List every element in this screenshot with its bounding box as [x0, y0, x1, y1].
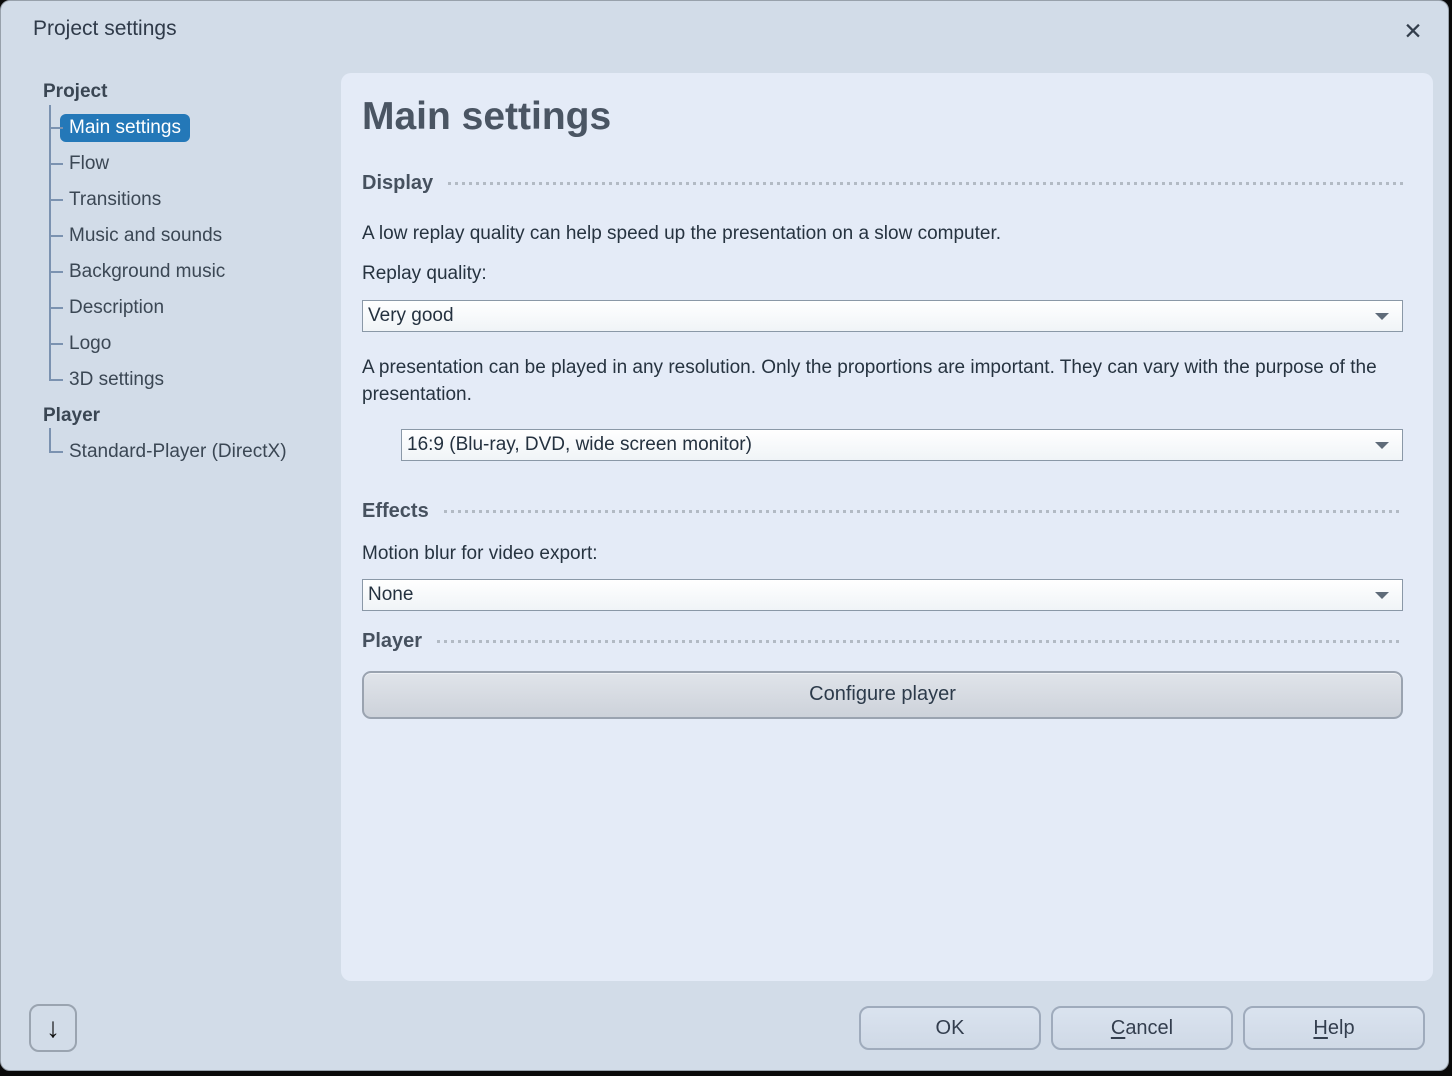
replay-quality-value: Very good — [368, 305, 454, 327]
resolution-hint: A presentation can be played in any reso… — [362, 354, 1403, 408]
display-section-header: Display — [362, 170, 1403, 197]
player-section-header: Player — [362, 628, 1403, 655]
tree-group-project: Project — [43, 74, 339, 110]
window-title: Project settings — [33, 17, 177, 41]
chevron-down-icon — [1375, 313, 1389, 320]
tree-group-player: Player — [43, 398, 339, 434]
player-section-label: Player — [362, 628, 422, 655]
replay-quality-label: Replay quality: — [362, 261, 1403, 287]
effects-section-header: Effects — [362, 498, 1403, 525]
tree-item-label: 3D settings — [69, 369, 164, 391]
down-arrow-icon: ↓ — [46, 1012, 60, 1044]
tree-item-label: Main settings — [60, 114, 190, 142]
tree-item-label: Background music — [69, 261, 225, 283]
configure-player-button[interactable]: Configure player — [362, 671, 1403, 719]
ok-button[interactable]: OK — [859, 1006, 1041, 1050]
page-title: Main settings — [362, 95, 1403, 140]
close-icon: ✕ — [1403, 18, 1422, 45]
dotted-divider — [437, 640, 1403, 643]
tree-item-music-and-sounds[interactable]: Music and sounds — [43, 218, 339, 254]
project-settings-dialog: Project settings ✕ Project Main settings… — [0, 0, 1449, 1071]
settings-tree: Project Main settings Flow Transitions M… — [43, 74, 339, 470]
tree-item-3d-settings[interactable]: 3D settings — [43, 362, 339, 398]
effects-section-label: Effects — [362, 498, 429, 525]
tree-item-label: Transitions — [69, 189, 161, 211]
tree-item-logo[interactable]: Logo — [43, 326, 339, 362]
cancel-button[interactable]: Cancel — [1051, 1006, 1233, 1050]
tree-item-description[interactable]: Description — [43, 290, 339, 326]
tree-item-standard-player[interactable]: Standard-Player (DirectX) — [43, 434, 339, 470]
motion-blur-value: None — [368, 584, 413, 606]
aspect-ratio-value: 16:9 (Blu-ray, DVD, wide screen monitor) — [407, 434, 752, 456]
tree-item-label: Logo — [69, 333, 111, 355]
replay-quality-select[interactable]: Very good — [362, 300, 1403, 332]
tree-item-background-music[interactable]: Background music — [43, 254, 339, 290]
dotted-divider — [448, 182, 1403, 185]
aspect-ratio-select[interactable]: 16:9 (Blu-ray, DVD, wide screen monitor) — [401, 429, 1403, 461]
tree-item-transitions[interactable]: Transitions — [43, 182, 339, 218]
help-button[interactable]: Help — [1243, 1006, 1425, 1050]
collapse-dialog-button[interactable]: ↓ — [29, 1004, 77, 1052]
replay-quality-hint: A low replay quality can help speed up t… — [362, 221, 1403, 247]
main-settings-panel: Main settings Display A low replay quali… — [341, 73, 1433, 981]
tree-item-main-settings[interactable]: Main settings — [43, 110, 339, 146]
display-section-label: Display — [362, 170, 433, 197]
tree-item-label: Flow — [69, 153, 109, 175]
motion-blur-label: Motion blur for video export: — [362, 541, 1403, 567]
dotted-divider — [444, 510, 1403, 513]
tree-item-flow[interactable]: Flow — [43, 146, 339, 182]
motion-blur-select[interactable]: None — [362, 579, 1403, 611]
tree-item-label: Standard-Player (DirectX) — [69, 441, 287, 463]
tree-item-label: Description — [69, 297, 164, 319]
close-button[interactable]: ✕ — [1393, 11, 1433, 51]
chevron-down-icon — [1375, 442, 1389, 449]
chevron-down-icon — [1375, 592, 1389, 599]
tree-item-label: Music and sounds — [69, 225, 222, 247]
